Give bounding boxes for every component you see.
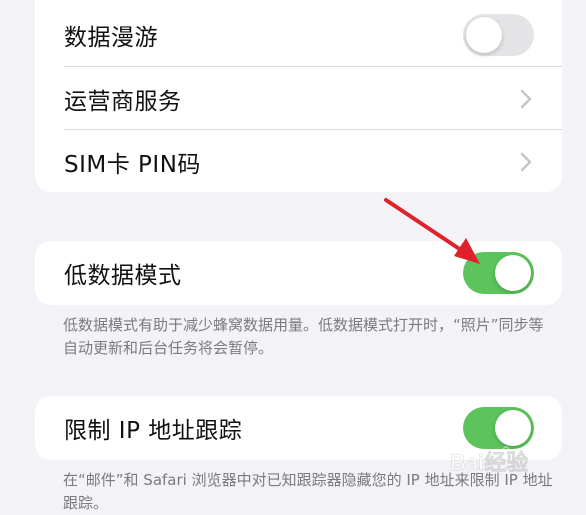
data-roaming-toggle[interactable] — [463, 14, 534, 56]
toggle-knob — [495, 410, 531, 446]
cellular-settings-group: 数据漫游 运营商服务 SIM卡 PIN码 — [35, 0, 562, 192]
sim-pin-row[interactable]: SIM卡 PIN码 — [35, 130, 562, 192]
toggle-knob — [495, 255, 531, 291]
toggle-knob — [466, 17, 502, 53]
carrier-services-row[interactable]: 运营商服务 — [35, 67, 562, 131]
low-data-mode-label: 低数据模式 — [64, 263, 182, 289]
carrier-services-label: 运营商服务 — [64, 89, 182, 115]
low-data-mode-note: 低数据模式有助于减少蜂窝数据用量。低数据模式打开时，“照片”同步等自动更新和后台… — [63, 316, 544, 357]
data-roaming-label: 数据漫游 — [64, 25, 158, 51]
chevron-right-icon — [520, 89, 532, 109]
baidu-watermark-logo: Bai经验 — [450, 446, 529, 475]
limit-ip-tracking-label: 限制 IP 地址跟踪 — [64, 418, 243, 444]
data-roaming-row: 数据漫游 — [35, 3, 562, 67]
sim-pin-label: SIM卡 PIN码 — [64, 152, 201, 178]
annotation-arrow-icon — [384, 198, 480, 264]
chevron-right-icon — [520, 152, 532, 172]
watermark-text: Bai经验 — [450, 450, 528, 475]
